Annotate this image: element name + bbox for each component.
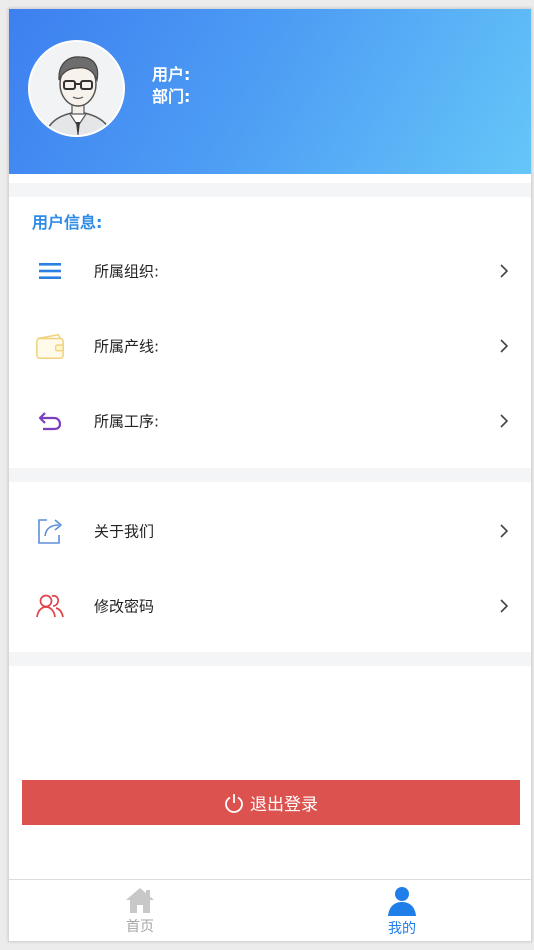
return-arrow-icon: [35, 406, 65, 436]
user-avatar-icon: [30, 42, 123, 135]
org-label: 所属组织:: [94, 262, 160, 281]
change-password-row[interactable]: 修改密码: [9, 576, 531, 636]
user-label: 用户:: [152, 65, 191, 84]
org-row[interactable]: 所属组织:: [9, 241, 531, 301]
section-divider: [9, 468, 531, 482]
users-icon: [35, 591, 65, 621]
chevron-right-icon: [500, 599, 509, 613]
person-icon: [388, 887, 416, 916]
tab-home[interactable]: 首页: [9, 880, 271, 941]
user-summary: 用户: 部门:: [152, 64, 190, 108]
change-password-label: 修改密码: [94, 597, 155, 616]
chevron-right-icon: [500, 264, 509, 278]
user-info-title: 用户信息:: [32, 213, 103, 232]
bottom-tab-bar: 首页 我的: [9, 879, 531, 941]
app-screen: 用户: 部门: 用户信息: 所属组织: 所属产线: 所属工序: 关于我们 修改密…: [8, 8, 532, 942]
logout-label: 退出登录: [250, 795, 318, 815]
power-icon: [225, 793, 243, 813]
chevron-right-icon: [500, 339, 509, 353]
section-divider: [9, 652, 531, 666]
share-icon: [35, 516, 65, 546]
profile-header: 用户: 部门:: [9, 9, 531, 174]
process-row[interactable]: 所属工序:: [9, 391, 531, 451]
chevron-right-icon: [500, 414, 509, 428]
about-label: 关于我们: [94, 522, 155, 541]
department-label: 部门:: [152, 87, 191, 106]
process-label: 所属工序:: [94, 412, 160, 431]
logout-button[interactable]: 退出登录: [22, 780, 520, 825]
home-icon: [126, 888, 154, 913]
wallet-icon: [35, 331, 65, 361]
line-label: 所属产线:: [94, 337, 160, 356]
section-divider: [9, 183, 531, 197]
avatar[interactable]: [28, 40, 125, 137]
list-icon: [35, 256, 65, 286]
tab-mine-label: 我的: [388, 921, 416, 937]
line-row[interactable]: 所属产线:: [9, 316, 531, 376]
tab-home-label: 首页: [126, 919, 154, 935]
tab-mine[interactable]: 我的: [271, 880, 531, 941]
about-row[interactable]: 关于我们: [9, 501, 531, 561]
chevron-right-icon: [500, 524, 509, 538]
